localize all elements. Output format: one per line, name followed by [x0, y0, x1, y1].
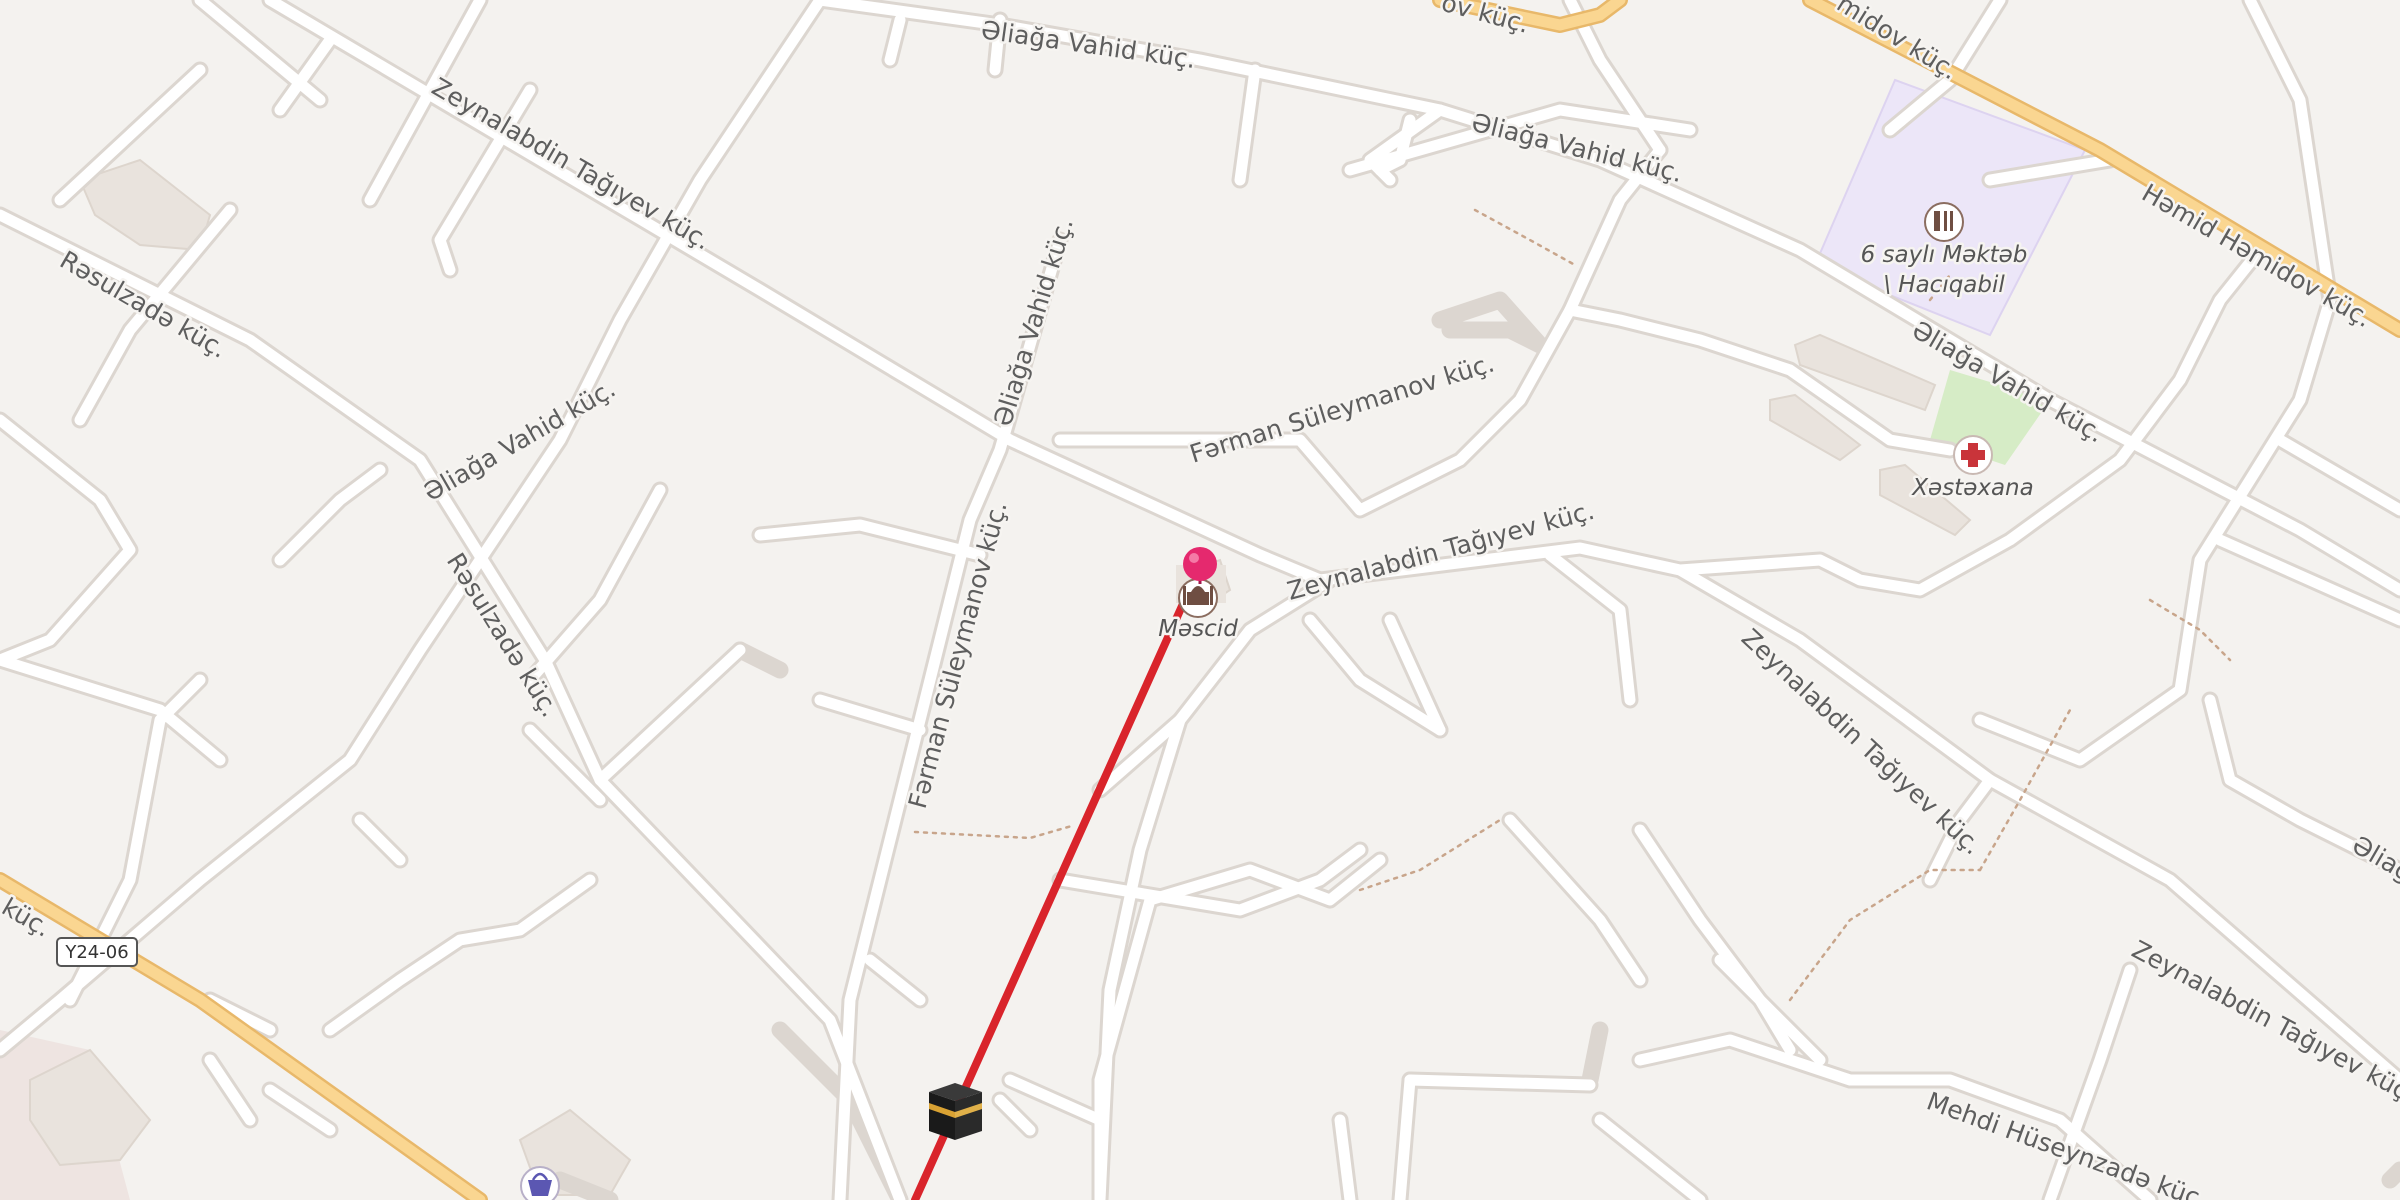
buildings-layer — [29, 158, 1972, 1196]
street-label: ov küç. — [1438, 0, 1532, 39]
map-canvas[interactable]: Əliağa Vahid küç. Əliağa Vahid küç. Əlia… — [0, 0, 2400, 1200]
road-farman-suleymanov-east — [1054, 144, 1666, 516]
footpath — [1473, 208, 1577, 267]
pin-marker-icon — [1183, 547, 1217, 581]
building — [1793, 333, 1937, 412]
street-label: midov küç. — [1832, 0, 1963, 85]
hospital-label: Xəstəxana — [1911, 475, 2033, 501]
street-label: Rəsulzadə küç. — [55, 245, 232, 364]
street-label: Rəsulzadə küç. — [441, 548, 565, 722]
street-label: Əliağa Vahid küç. — [988, 214, 1079, 429]
school-label-line2: \ Hacıqabil — [1883, 272, 2005, 298]
street-label: Mehdi Hüseynzadə küç. — [1923, 1086, 2211, 1200]
street-label: Zeynalabdin Tağıyev küç. — [427, 72, 716, 255]
shop-poi[interactable] — [520, 1166, 560, 1200]
street-label: Həmid Həmidov küç. — [2137, 178, 2377, 333]
school-label-line1: 6 saylı Məktəb — [1861, 242, 2028, 268]
road-shield-label: Y24-06 — [64, 942, 128, 963]
mosque-label: Məscid — [1158, 616, 1238, 642]
footpath — [913, 823, 1077, 840]
street-label: Fərman Süleymanov küç. — [1186, 348, 1497, 468]
kaaba-marker[interactable] — [929, 1083, 982, 1140]
footpath — [1788, 868, 1982, 1002]
street-label: Əliağa Vahid küç. — [979, 15, 1197, 74]
road-shield: Y24-06 — [56, 937, 138, 967]
kaaba-icon — [929, 1083, 982, 1140]
